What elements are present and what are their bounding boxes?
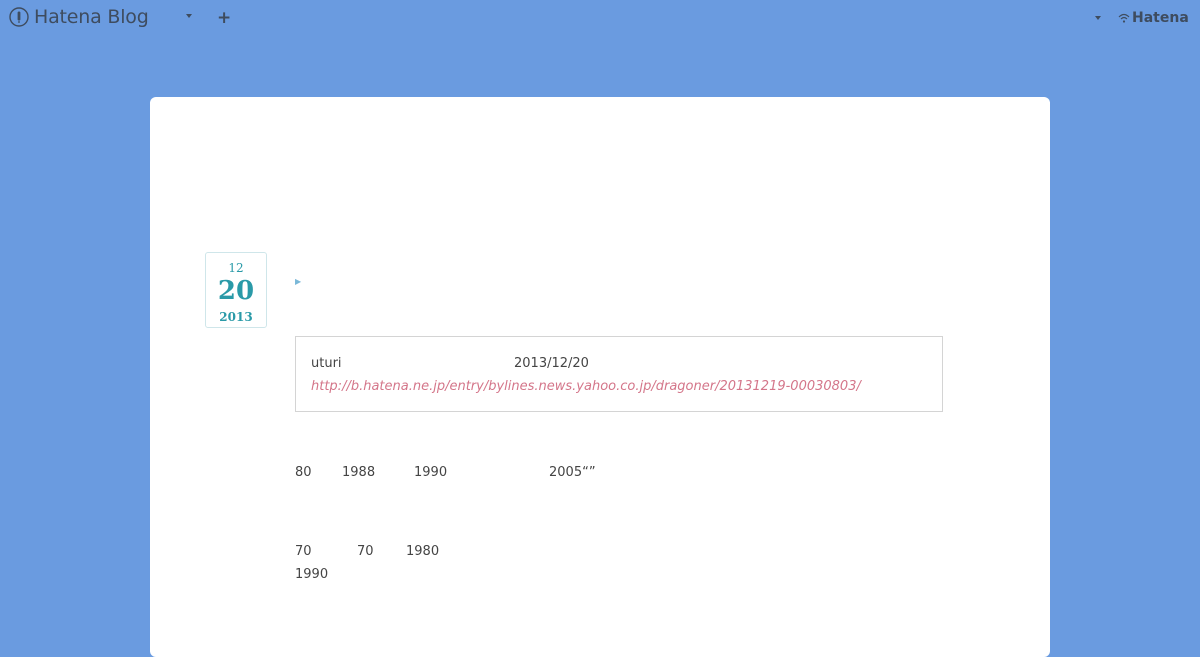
add-entry-button[interactable]: + <box>217 8 231 28</box>
bookmark-url-link[interactable]: http://b.hatena.ne.jp/entry/bylines.news… <box>311 379 861 394</box>
entry-date-month: 12 <box>228 261 244 275</box>
hatena-blog-pen-icon <box>9 7 29 27</box>
entry-date-year: 2013 <box>219 310 253 324</box>
hatena-blog-brand[interactable]: Hatena Blog <box>9 6 149 28</box>
paragraph-1-text: 1988 <box>342 465 376 480</box>
account-menu-caret-icon[interactable] <box>1095 16 1101 20</box>
paragraph-2-text: 1980 <box>406 544 440 559</box>
entry-card: 12 20 2013 ▶ uturi 2013/12/20 http://b.h… <box>150 97 1050 657</box>
bookmark-embed: uturi 2013/12/20 http://b.hatena.ne.jp/e… <box>295 336 943 412</box>
top-bar: Hatena Blog + Hatena <box>0 0 1200 38</box>
hatena-logo-text: Hatena <box>1132 10 1189 26</box>
hatena-wifi-icon <box>1118 13 1130 23</box>
blog-menu-caret-icon[interactable] <box>186 14 192 18</box>
bookmark-date: 2013/12/20 <box>514 356 589 371</box>
brand-name: Hatena Blog <box>34 6 149 28</box>
paragraph-1-text: 1990 <box>414 465 448 480</box>
paragraph-1-text: 2005“” <box>549 465 596 480</box>
entry-date-day: 20 <box>217 276 255 306</box>
paragraph-2-text: 70 <box>357 544 374 559</box>
paragraph-2-text: 1990 <box>295 567 329 582</box>
bookmark-user[interactable]: uturi <box>311 356 342 371</box>
hatena-logo[interactable]: Hatena <box>1118 10 1189 26</box>
entry-arrow-icon: ▶ <box>295 277 302 286</box>
paragraph-2-text: 70 <box>295 544 312 559</box>
paragraph-1-text: 80 <box>295 465 312 480</box>
entry-date[interactable]: 12 20 2013 <box>205 252 267 328</box>
